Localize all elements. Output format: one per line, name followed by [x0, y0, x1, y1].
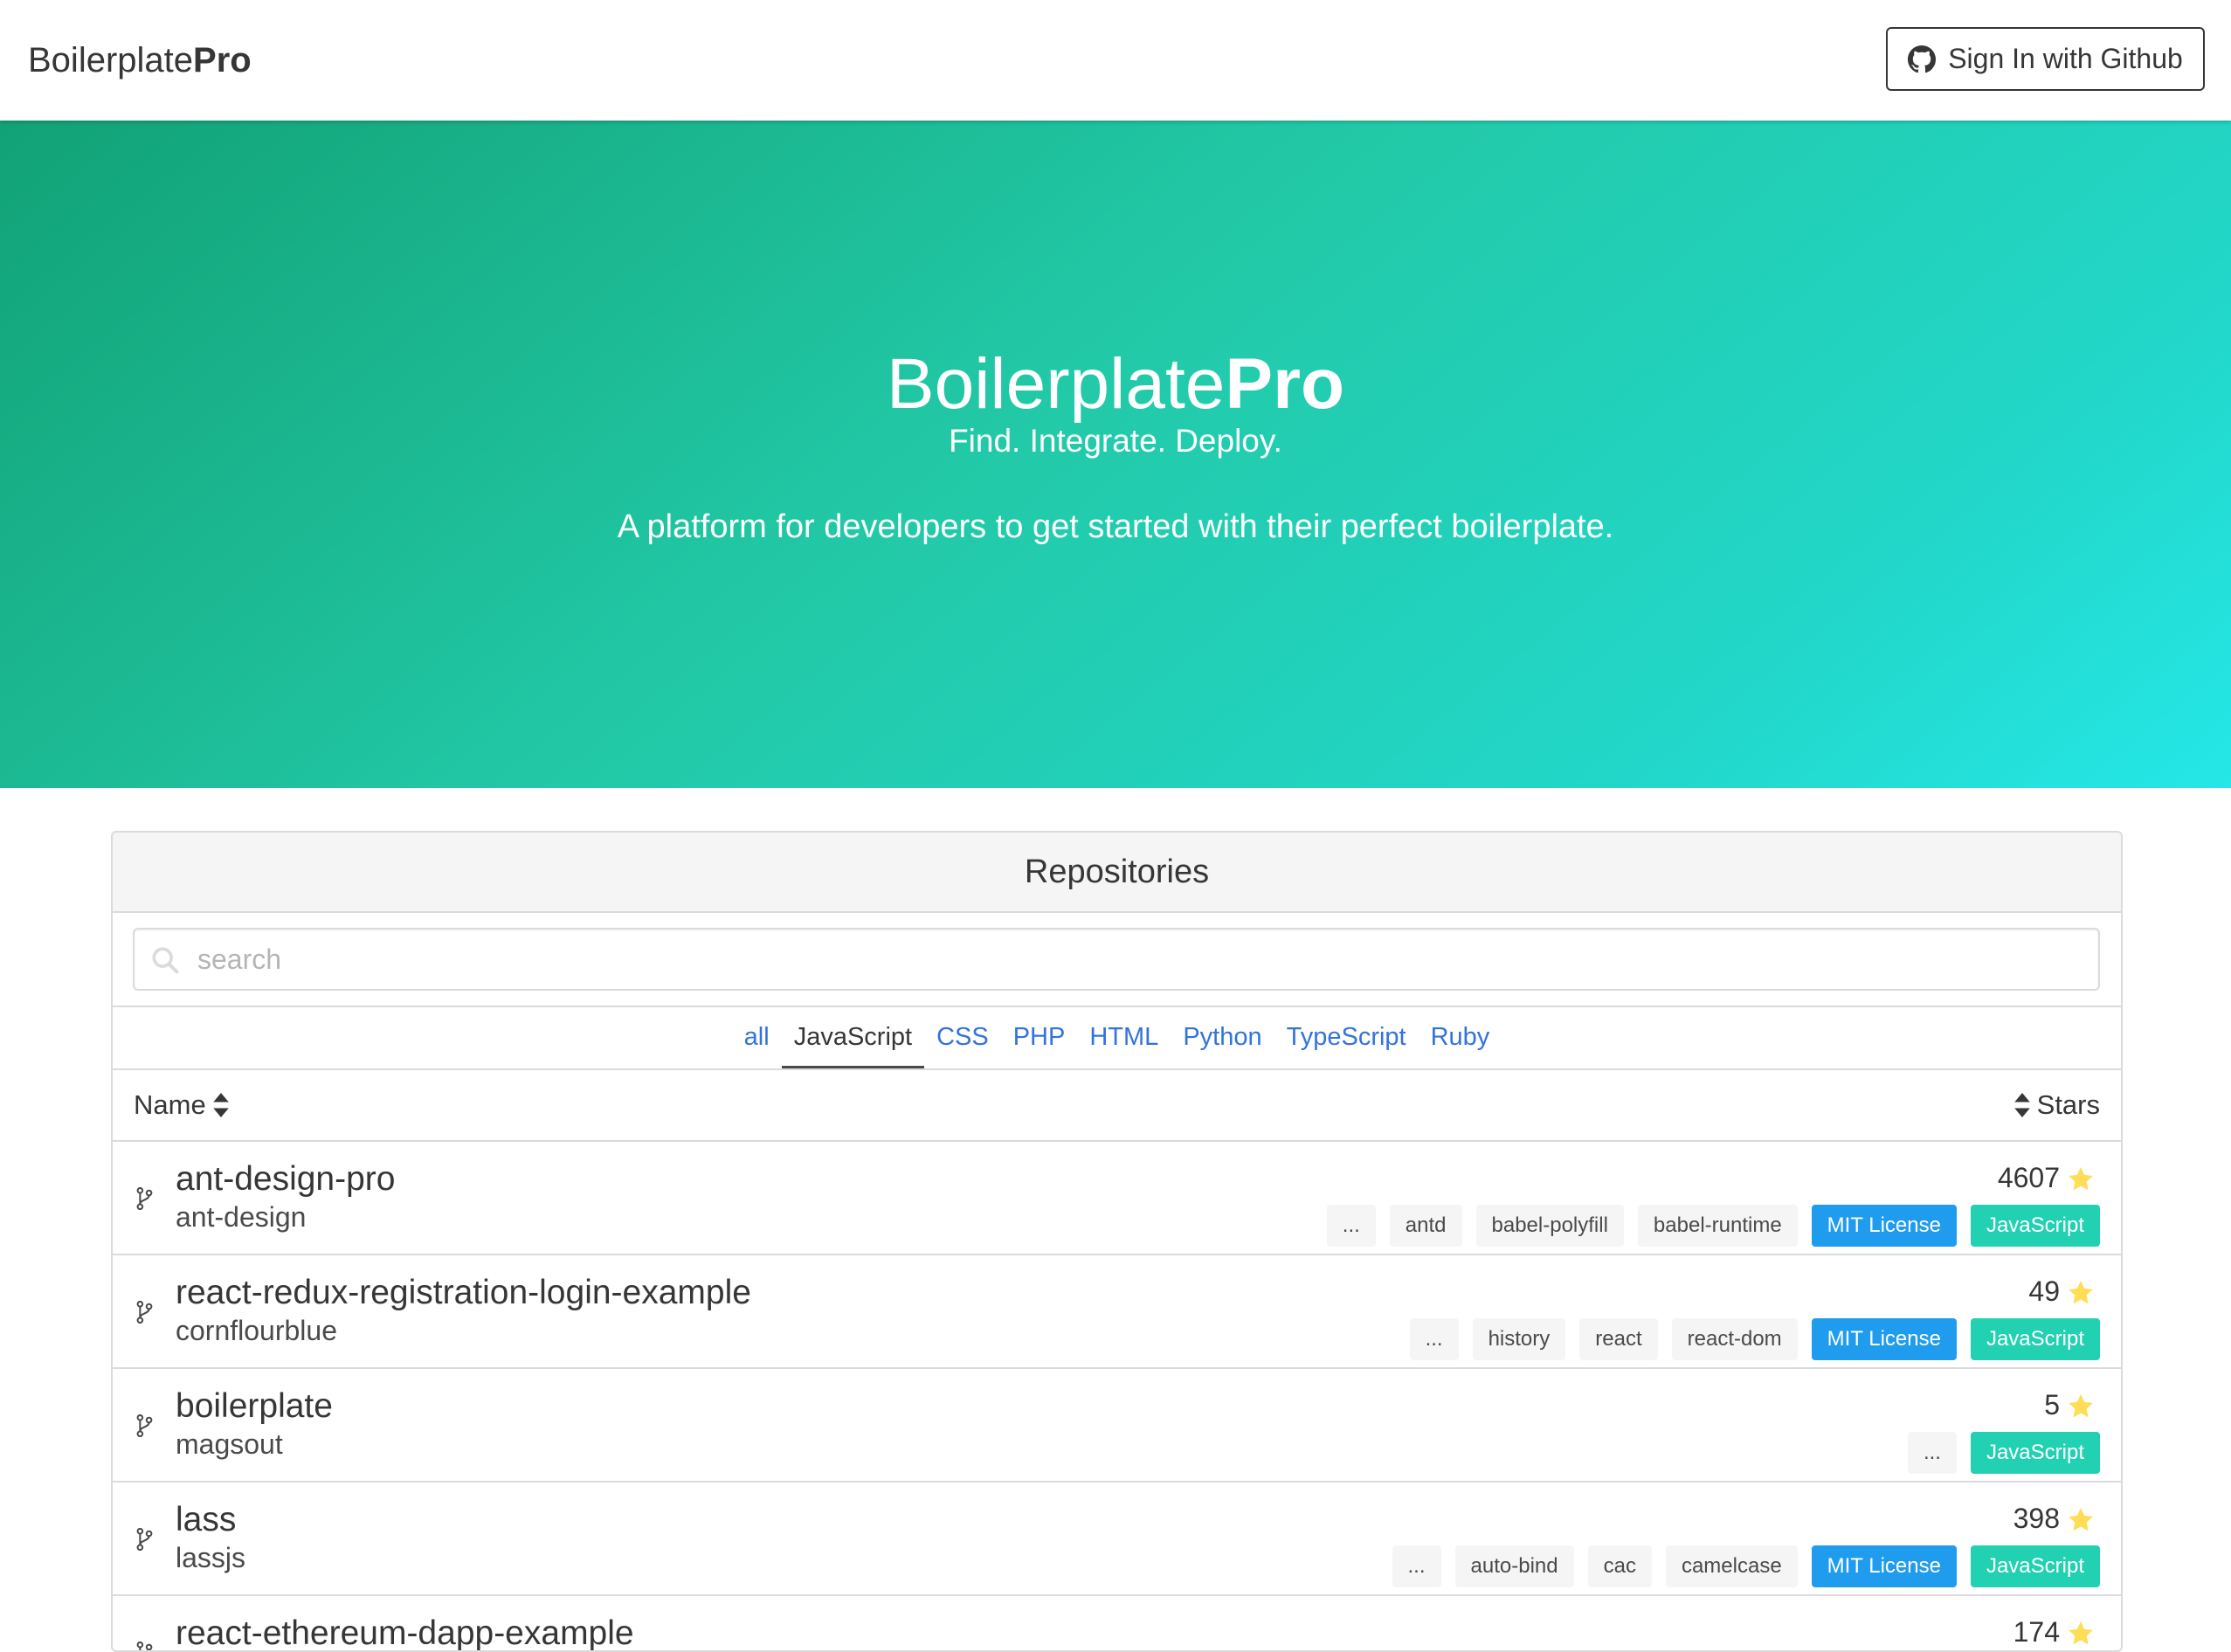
language-tag[interactable]: JavaScript — [1970, 1432, 2100, 1474]
star-icon — [2067, 1391, 2095, 1419]
tab-html[interactable]: HTML — [1077, 1007, 1171, 1068]
github-icon — [1908, 45, 1937, 73]
repo-name-link[interactable]: react-redux-registration-login-example — [176, 1271, 751, 1315]
hero-subtitle: Find. Integrate. Deploy. — [949, 423, 1282, 459]
more-tags-button[interactable]: ... — [1326, 1205, 1376, 1247]
repository-row[interactable]: boilerplate magsout 5... JavaScript — [113, 1369, 2121, 1483]
star-count: 4607 — [1998, 1158, 2095, 1198]
dependency-tag[interactable]: camelcase — [1665, 1545, 1798, 1587]
navbar: BoilerplatePro Sign In with Github — [0, 0, 2231, 121]
tab-ruby[interactable]: Ruby — [1419, 1007, 1502, 1068]
dependency-tag[interactable]: history — [1472, 1318, 1566, 1360]
dependency-tag[interactable]: react — [1579, 1318, 1658, 1360]
search-block — [113, 913, 2121, 1007]
star-icon — [2067, 1504, 2095, 1532]
repo-owner: lassjs — [176, 1542, 246, 1573]
brand-logo[interactable]: BoilerplatePro — [28, 37, 252, 84]
star-count: 174 — [2013, 1612, 2095, 1650]
repositories-panel: Repositories allJavaScriptCSSPHPHTMLPyth… — [111, 831, 2123, 1652]
tag-list: ... auto-bind cac camelcase MIT License JavaS… — [1392, 1545, 2100, 1587]
brand-bold: Pro — [193, 41, 252, 79]
star-count: 398 — [2013, 1498, 2095, 1538]
repo-name-link[interactable]: lass — [176, 1498, 236, 1542]
star-count-value: 5 — [2044, 1389, 2060, 1420]
star-icon — [2067, 1164, 2095, 1192]
tag-list: ... JavaScript — [1907, 1432, 2100, 1474]
sign-in-label: Sign In with Github — [1948, 43, 2183, 74]
star-count: 5 — [2044, 1385, 2095, 1425]
tag-list: ... antd babel-polyfill babel-runtime MIT Li… — [1326, 1205, 2100, 1247]
more-tags-button[interactable]: ... — [1392, 1545, 1441, 1587]
sort-icon — [212, 1093, 229, 1117]
hero-banner: BoilerplatePro Find. Integrate. Deploy. … — [0, 121, 2231, 788]
hero-title-light: Boilerplate — [886, 344, 1226, 424]
license-tag[interactable]: MIT License — [1811, 1318, 1957, 1360]
sign-in-with-github-button[interactable]: Sign In with Github — [1886, 27, 2205, 91]
table-header: Name Stars — [113, 1070, 2121, 1142]
language-tag[interactable]: JavaScript — [1970, 1318, 2100, 1360]
sort-icon — [2013, 1093, 2030, 1117]
dependency-tag[interactable]: react-dom — [1671, 1318, 1798, 1360]
hero-title-bold: Pro — [1225, 344, 1345, 424]
panel-heading: Repositories — [113, 833, 2121, 913]
search-input[interactable] — [196, 930, 2082, 989]
license-tag[interactable]: MIT License — [1811, 1205, 1957, 1247]
repository-row[interactable]: lass lassjs 398... auto-bind cac camelcase MIT… — [113, 1483, 2121, 1596]
search-icon — [152, 947, 179, 974]
search-field[interactable] — [133, 928, 2100, 991]
star-count-value: 174 — [2013, 1616, 2060, 1648]
sort-by-name[interactable]: Name — [134, 1089, 229, 1121]
tab-python[interactable]: Python — [1171, 1007, 1274, 1068]
name-column-label: Name — [134, 1089, 206, 1120]
dependency-tag[interactable]: babel-polyfill — [1475, 1205, 1624, 1247]
repo-name-link[interactable]: react-ethereum-dapp-example — [176, 1612, 634, 1650]
code-branch-icon — [135, 1527, 153, 1552]
tab-php[interactable]: PHP — [1001, 1007, 1078, 1068]
repository-list: ant-design-pro ant-design 4607... antd babel… — [113, 1142, 2121, 1650]
language-tag[interactable]: JavaScript — [1970, 1205, 2100, 1247]
dependency-tag[interactable]: cac — [1587, 1545, 1652, 1587]
brand-light: Boilerplate — [28, 41, 194, 79]
star-count-value: 398 — [2013, 1503, 2060, 1534]
code-branch-icon — [135, 1186, 153, 1211]
star-icon — [2067, 1618, 2095, 1646]
dependency-tag[interactable]: antd — [1389, 1205, 1462, 1247]
dependency-tag[interactable]: babel-runtime — [1637, 1205, 1798, 1247]
star-icon — [2067, 1277, 2095, 1305]
tag-list: ... history react react-dom MIT License JavaS… — [1409, 1318, 2100, 1360]
sort-by-stars[interactable]: Stars — [2013, 1089, 2100, 1121]
more-tags-button[interactable]: ... — [1409, 1318, 1459, 1360]
repo-name-link[interactable]: boilerplate — [176, 1385, 333, 1428]
code-branch-icon — [135, 1414, 153, 1438]
tab-all[interactable]: all — [732, 1007, 782, 1068]
repository-row[interactable]: react-ethereum-dapp-example 174 — [113, 1596, 2121, 1650]
tab-typescript[interactable]: TypeScript — [1274, 1007, 1419, 1068]
repo-owner: cornflourblue — [176, 1315, 337, 1346]
repo-owner: magsout — [176, 1428, 283, 1460]
star-count-value: 4607 — [1997, 1162, 2060, 1193]
dependency-tag[interactable]: auto-bind — [1454, 1545, 1574, 1587]
star-count: 49 — [2028, 1271, 2095, 1311]
hero-description: A platform for developers to get started… — [617, 508, 1614, 545]
repo-name-link[interactable]: ant-design-pro — [176, 1158, 395, 1201]
more-tags-button[interactable]: ... — [1907, 1432, 1957, 1474]
code-branch-icon — [135, 1641, 153, 1650]
tab-javascript[interactable]: JavaScript — [781, 1007, 925, 1068]
repository-row[interactable]: ant-design-pro ant-design 4607... antd babel… — [113, 1142, 2121, 1255]
code-branch-icon — [135, 1300, 153, 1324]
hero-title: BoilerplatePro — [0, 341, 2231, 428]
repo-owner: ant-design — [176, 1201, 307, 1233]
license-tag[interactable]: MIT License — [1811, 1545, 1957, 1587]
stars-column-label: Stars — [2036, 1089, 2100, 1120]
repository-row[interactable]: react-redux-registration-login-example co… — [113, 1255, 2121, 1369]
tab-css[interactable]: CSS — [924, 1007, 1001, 1068]
language-tag[interactable]: JavaScript — [1970, 1545, 2100, 1587]
language-tabs: all JavaScript CSS PHP HTML Python TypeScript R… — [113, 1007, 2121, 1070]
star-count-value: 49 — [2028, 1275, 2060, 1307]
